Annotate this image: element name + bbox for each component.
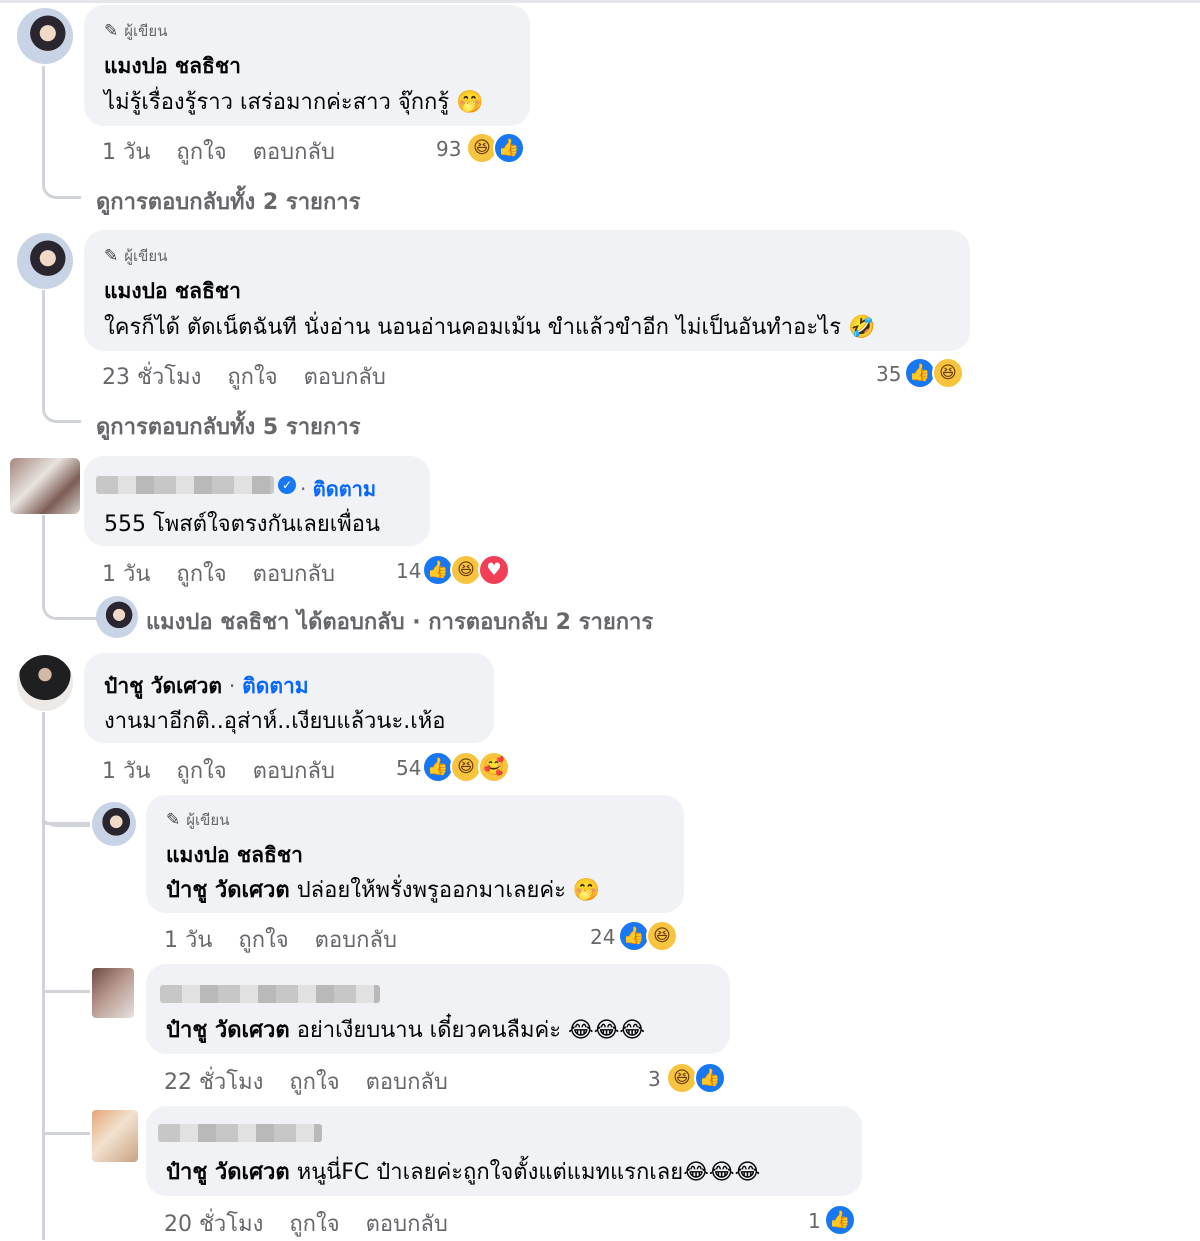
reaction-count[interactable]: 3 (648, 1067, 661, 1091)
follow-link[interactable]: ติดตาม (242, 674, 309, 698)
commenter-name[interactable]: ป๋าชู วัดเศวต · ติดตาม (104, 670, 309, 703)
author-badge: ✎ ผู้เขียน (104, 21, 168, 41)
reaction-count[interactable]: 54 (396, 756, 421, 780)
love-reaction-icon[interactable]: ♥ (478, 554, 510, 586)
reply-link[interactable]: ตอบกลับ (366, 1212, 448, 1237)
avatar[interactable] (92, 1110, 138, 1162)
author-badge: ✎ ผู้เขียน (166, 810, 230, 830)
comment-meta: 1 วัน ถูกใจ ตอบกลับ (164, 928, 397, 953)
commenter-name[interactable]: แมงปอ ชลธิชา (104, 50, 241, 83)
emoji: 🤣 (848, 315, 876, 340)
reaction-count[interactable]: 93 (436, 137, 461, 161)
see-replies-link[interactable]: ดูการตอบกลับทั้ง 2 รายการ (96, 184, 360, 219)
avatar[interactable] (17, 8, 73, 64)
avatar[interactable] (17, 233, 73, 289)
mention[interactable]: ป๋าชู วัดเศวต (166, 1160, 290, 1185)
comment-meta: 1 วัน ถูกใจ ตอบกลับ (102, 140, 335, 165)
thread-line (42, 290, 81, 423)
like-link[interactable]: ถูกใจ (289, 1070, 339, 1095)
like-reaction-icon[interactable]: 👍 (694, 1062, 726, 1094)
comment-text: ป๋าชู วัดเศวต หนูนี่FC ป๋าเลยค่ะถูกใจตั้… (166, 1160, 761, 1185)
reply-link[interactable]: ตอบกลับ (253, 562, 335, 587)
blurred-name (158, 1124, 322, 1142)
author-badge: ✎ ผู้เขียน (104, 246, 168, 266)
comment-text: ป๋าชู วัดเศวต อย่าเงียบนาน เดี๋ยวคนลืมค่… (166, 1018, 646, 1043)
avatar[interactable] (96, 596, 138, 638)
commenter-name[interactable]: แมงปอ ชลธิชา (166, 839, 303, 872)
blurred-name (96, 476, 274, 494)
like-reaction-icon[interactable]: 👍 (824, 1204, 856, 1236)
like-reaction-icon[interactable]: 👍 (493, 132, 525, 164)
reaction-count[interactable]: 14 (396, 559, 421, 583)
comment-text: ใครก็ได้ ตัดเน็ตฉันที นั่งอ่าน นอนอ่านคอ… (104, 315, 876, 340)
like-link[interactable]: ถูกใจ (176, 759, 226, 784)
reply-link[interactable]: ตอบกลับ (253, 140, 335, 165)
reply-link[interactable]: ตอบกลับ (304, 365, 386, 390)
pen-icon: ✎ (104, 246, 119, 266)
mention[interactable]: ป๋าชู วัดเศวต (166, 878, 290, 903)
pen-icon: ✎ (104, 21, 119, 41)
thread-line (42, 66, 81, 199)
like-link[interactable]: ถูกใจ (176, 562, 226, 587)
comment-text: งานมาอีกติ..อุส่าห์..เงียบแล้วนะ.เห้อ (104, 709, 446, 734)
pen-icon: ✎ (166, 810, 181, 830)
comment-meta: 23 ชั่วโมง ถูกใจ ตอบกลับ (102, 365, 386, 390)
reply-link[interactable]: ตอบกลับ (315, 928, 397, 953)
commenter-name[interactable]: แมงปอ ชลธิชา (104, 275, 241, 308)
comment-meta: 22 ชั่วโมง ถูกใจ ตอบกลับ (164, 1070, 448, 1095)
thread-line (42, 712, 90, 827)
comment-text: ไม่รู้เรื่องรู้ราว เสร่อมากค่ะสาว จุ๊กกร… (104, 90, 484, 115)
emoji: 😂😂😂 (683, 1160, 761, 1185)
reaction-count[interactable]: 24 (590, 925, 615, 949)
verified-badge-icon: ✓ (278, 476, 296, 494)
emoji: 😂😂😂 (568, 1018, 646, 1043)
avatar[interactable] (92, 968, 134, 1018)
comment-meta: 1 วัน ถูกใจ ตอบกลับ (102, 562, 335, 587)
like-link[interactable]: ถูกใจ (289, 1212, 339, 1237)
reply-link[interactable]: ตอบกลับ (366, 1070, 448, 1095)
comment-text: 555 โพสต์ใจตรงกันเลยเพื่อน (104, 512, 381, 537)
reaction-count[interactable]: 35 (876, 362, 901, 386)
emoji: 🤭 (572, 878, 601, 903)
haha-reaction-icon[interactable]: 😆 (646, 920, 678, 952)
comment-meta: 1 วัน ถูกใจ ตอบกลับ (102, 759, 335, 784)
top-divider (0, 0, 1200, 3)
reply-summary-link[interactable]: แมงปอ ชลธิชา ได้ตอบกลับ · การตอบกลับ 2 ร… (146, 604, 653, 639)
care-reaction-icon[interactable]: 🥰 (478, 751, 510, 783)
avatar[interactable] (17, 655, 73, 711)
reaction-count[interactable]: 1 (808, 1209, 821, 1233)
avatar[interactable] (92, 802, 136, 846)
emoji: 🤭 (456, 90, 484, 115)
haha-reaction-icon[interactable]: 😆 (932, 357, 964, 389)
see-replies-link[interactable]: ดูการตอบกลับทั้ง 5 รายการ (96, 409, 360, 444)
mention[interactable]: ป๋าชู วัดเศวต (166, 1018, 290, 1043)
reply-link[interactable]: ตอบกลับ (253, 759, 335, 784)
thread-line (42, 822, 90, 825)
follow-link[interactable]: · ติดตาม (300, 473, 376, 505)
comment-text: ป๋าชู วัดเศวต ปล่อยให้พรั่งพรูออกมาเลยค่… (166, 878, 601, 903)
like-link[interactable]: ถูกใจ (176, 140, 226, 165)
like-link[interactable]: ถูกใจ (227, 365, 277, 390)
thread-line (42, 1132, 90, 1135)
thread-line (42, 990, 90, 993)
avatar[interactable] (10, 458, 80, 514)
like-link[interactable]: ถูกใจ (238, 928, 288, 953)
blurred-name (160, 985, 380, 1003)
comment-meta: 20 ชั่วโมง ถูกใจ ตอบกลับ (164, 1212, 448, 1237)
